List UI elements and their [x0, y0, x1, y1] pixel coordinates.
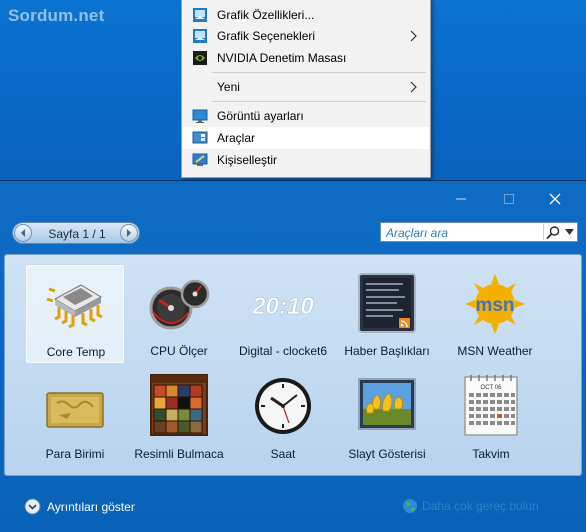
menu-item-label: Grafik Özellikleri... — [217, 8, 315, 22]
search-icon[interactable] — [545, 225, 561, 240]
previous-page-button[interactable] — [14, 224, 32, 242]
maximize-button[interactable] — [494, 189, 524, 209]
currency-icon — [46, 392, 104, 428]
gadget-tile-picture-puzzle[interactable]: Resimli Bulmaca — [129, 367, 229, 467]
next-page-button[interactable] — [120, 224, 138, 242]
gadget-label: CPU Ölçer — [150, 344, 208, 358]
gadget-tile-slideshow[interactable]: Slayt Gösterisi — [337, 367, 437, 467]
menu-item-graphics-options[interactable]: Grafik Seçenekleri — [183, 25, 429, 47]
globe-icon — [403, 499, 417, 513]
chevron-down-circle-icon — [24, 498, 41, 515]
menu-item-label: Kişiselleştir — [217, 153, 278, 167]
menu-item-personalize[interactable]: Kişiselleştir — [183, 149, 429, 171]
gadget-gallery-window: Sayfa 1 / 1 Core Temp — [0, 180, 586, 532]
menu-item-display-settings[interactable]: Görüntü ayarları — [183, 105, 429, 127]
gadget-label: Digital - clocket6 — [238, 344, 328, 358]
gadget-label: Haber Başlıkları — [344, 344, 430, 358]
menu-item-label: Araçlar — [217, 131, 256, 145]
gadget-label: Saat — [270, 447, 296, 461]
menu-item-label: NVIDIA Denetim Masası — [217, 51, 347, 65]
close-button[interactable] — [540, 189, 570, 209]
gadget-tile-digital-clock[interactable]: 20:10 Digital - clocket6 — [233, 264, 333, 364]
gadget-label: MSN Weather — [457, 344, 533, 358]
gadget-label: Para Birimi — [45, 447, 105, 461]
cpu-meter-icon — [149, 279, 210, 330]
svg-text:msn: msn — [475, 295, 514, 316]
chevron-left-icon — [21, 229, 25, 237]
page-navigator: Sayfa 1 / 1 — [12, 222, 140, 244]
desktop-background: Sordum.net Grafik Özellikleri... Grafik … — [0, 0, 586, 180]
gadget-tile-currency[interactable]: Para Birimi — [25, 367, 125, 467]
intel-graphics-icon — [193, 8, 207, 22]
calendar-month-text: OCT 06 — [481, 385, 503, 391]
msn-weather-icon: msn — [465, 274, 525, 334]
gadget-tile-core-temp[interactable]: Core Temp — [25, 264, 125, 364]
slideshow-icon — [358, 378, 416, 430]
site-watermark: Sordum.net — [8, 6, 105, 25]
menu-separator — [212, 101, 426, 102]
blank-icon — [192, 79, 208, 95]
digital-clock-icon: 20:10 — [251, 293, 315, 321]
get-more-gadgets-link[interactable]: Daha çok gereç bulun — [402, 498, 539, 514]
chevron-right-icon — [410, 30, 417, 42]
page-indicator: Sayfa 1 / 1 — [48, 227, 106, 241]
clock-icon — [255, 378, 311, 434]
search-box — [380, 222, 578, 242]
intel-graphics-icon — [193, 29, 207, 43]
minimize-icon — [456, 198, 466, 200]
gadget-tile-clock[interactable]: Saat — [233, 367, 333, 467]
menu-item-label: Görüntü ayarları — [217, 109, 304, 123]
minimize-button[interactable] — [446, 189, 476, 209]
personalize-icon — [192, 153, 208, 166]
gadget-tile-news-headlines[interactable]: Haber Başlıkları — [337, 264, 437, 364]
menu-item-label: Grafik Seçenekleri — [217, 29, 316, 43]
gadget-label: Takvim — [472, 447, 510, 461]
nvidia-icon — [193, 51, 207, 65]
chip-icon — [46, 284, 103, 329]
search-divider — [543, 224, 544, 240]
menu-separator — [212, 72, 426, 73]
gadget-label: Core Temp — [46, 345, 106, 359]
get-more-gadgets-label: Daha çok gereç bulun — [422, 499, 539, 513]
gadget-tile-msn-weather[interactable]: msn MSN Weather — [445, 264, 545, 364]
gadget-tile-cpu-meter[interactable]: CPU Ölçer — [129, 264, 229, 364]
menu-item-gadgets[interactable]: Araçlar — [183, 127, 429, 149]
display-icon — [192, 109, 208, 123]
search-input[interactable] — [386, 225, 536, 240]
maximize-icon — [504, 194, 514, 204]
show-details-label: Ayrıntıları göster — [47, 499, 135, 514]
gadgets-icon — [192, 131, 208, 144]
chevron-down-icon[interactable] — [565, 229, 574, 235]
digital-clock-text: 20:10 — [251, 293, 314, 320]
menu-item-graphics-properties[interactable]: Grafik Özellikleri... — [183, 4, 429, 26]
show-details-toggle[interactable]: Ayrıntıları göster — [24, 498, 135, 515]
desktop-context-menu: Grafik Özellikleri... Grafik Seçenekleri… — [181, 0, 431, 178]
gadget-tile-calendar[interactable]: OCT 06 Takvim — [441, 367, 541, 467]
chevron-right-icon — [127, 229, 131, 237]
calendar-icon: OCT 06 — [464, 375, 518, 436]
picture-puzzle-icon — [150, 374, 208, 436]
close-icon — [549, 193, 561, 205]
gadget-gallery: Core Temp CPU Ölçer 20:10 Digital - cloc… — [4, 254, 582, 476]
news-feed-icon — [358, 273, 416, 333]
chevron-right-icon — [410, 81, 417, 93]
menu-item-label: Yeni — [217, 80, 240, 94]
menu-item-nvidia[interactable]: NVIDIA Denetim Masası — [183, 47, 429, 69]
menu-item-new[interactable]: Yeni — [183, 76, 429, 98]
gadget-label: Slayt Gösterisi — [348, 447, 426, 461]
gadget-label: Resimli Bulmaca — [134, 447, 224, 461]
